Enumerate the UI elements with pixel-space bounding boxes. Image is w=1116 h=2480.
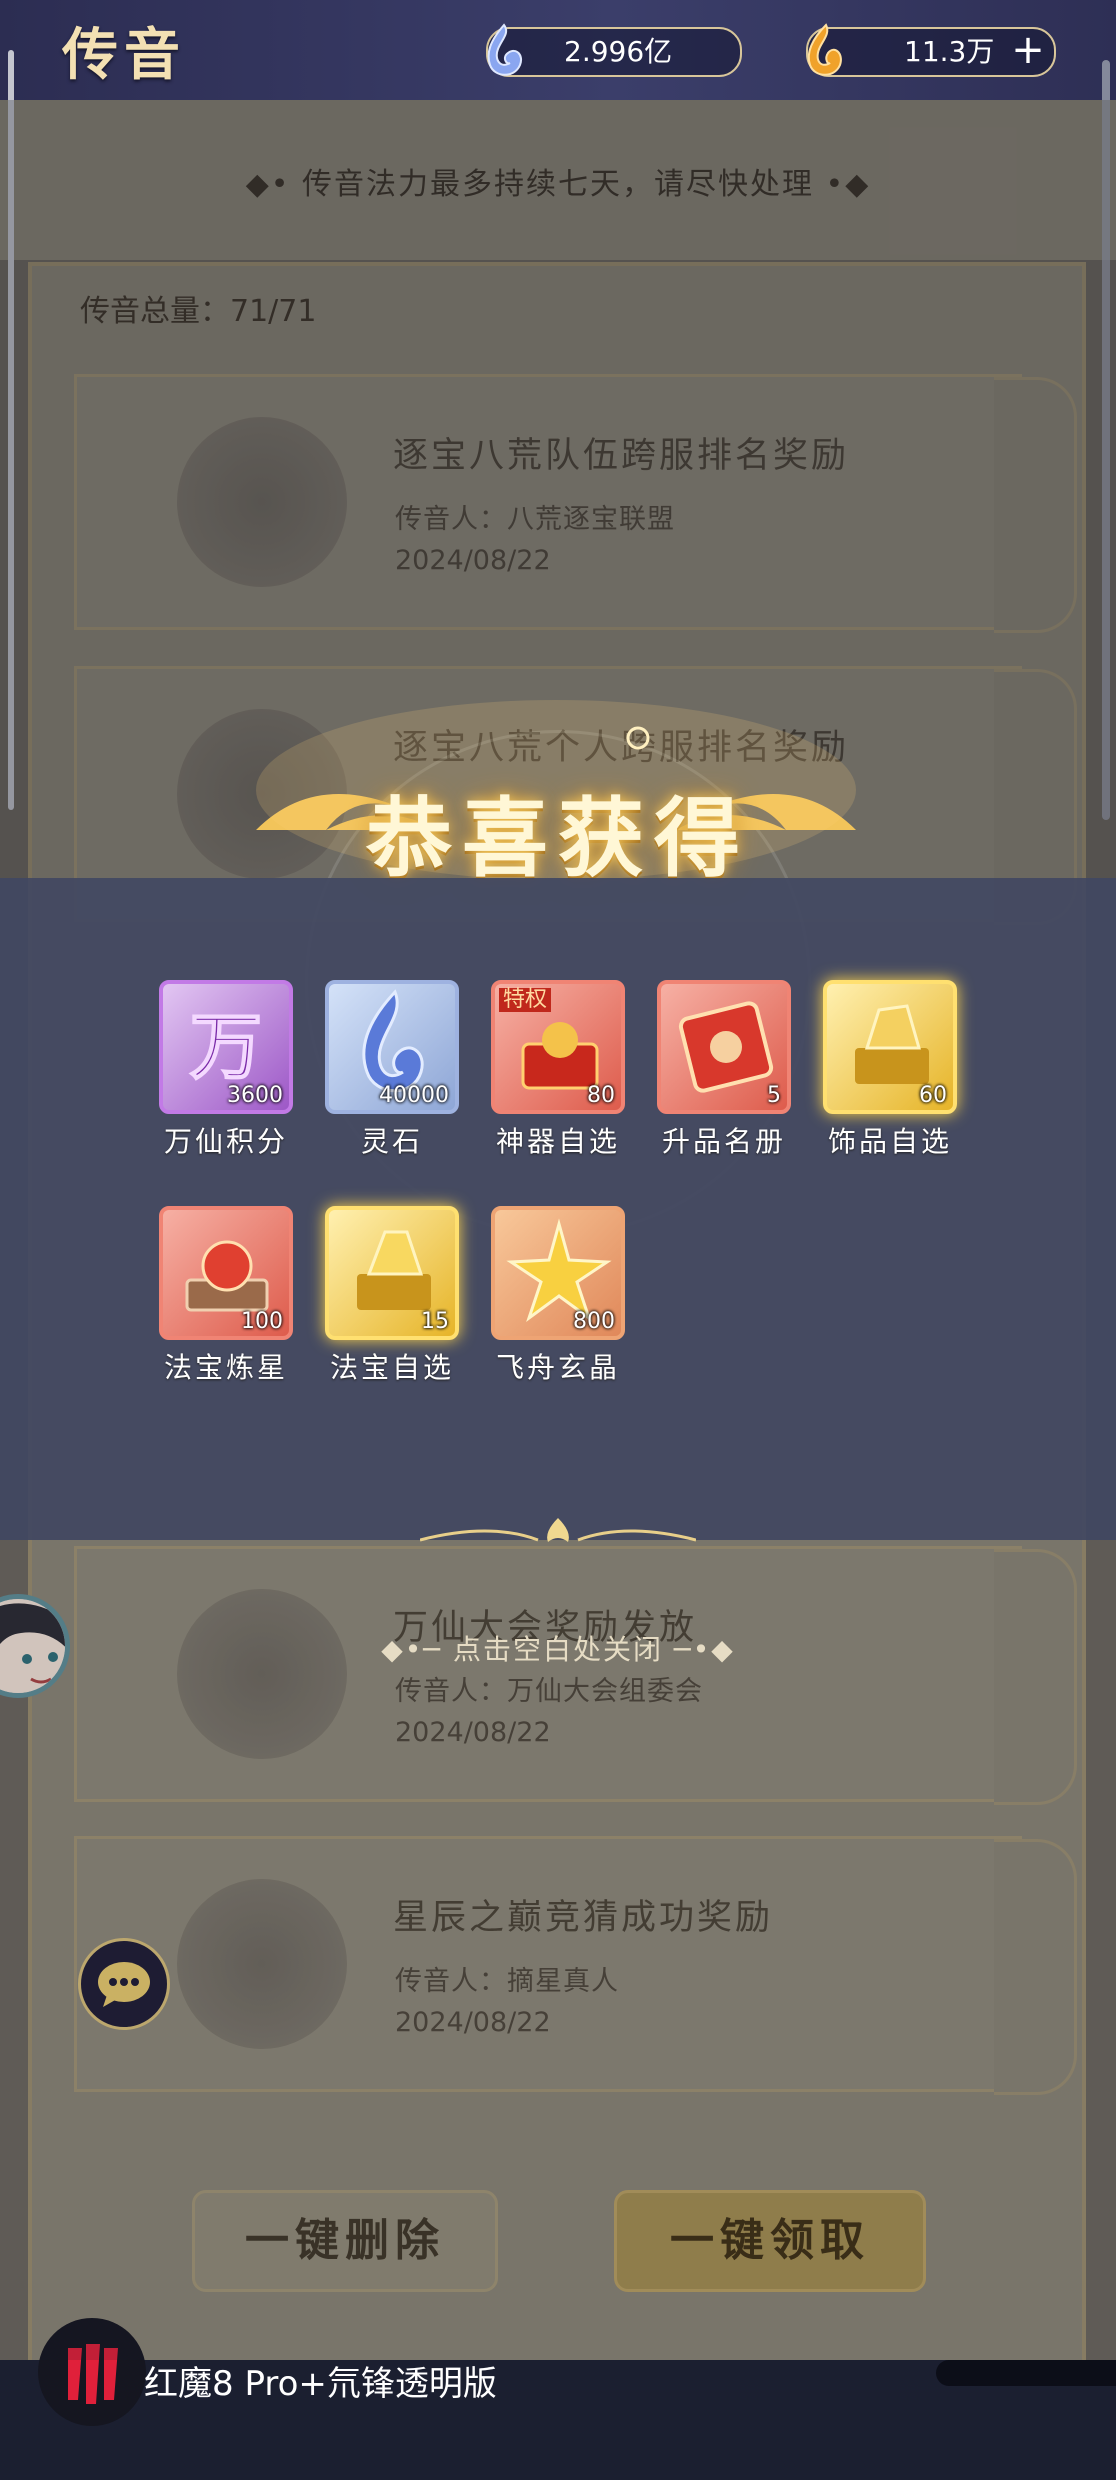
gold-flame-icon [807,23,842,76]
reward-name: 饰品自选 [827,1125,952,1158]
reward-frame: 5 [657,980,791,1114]
nav-handle[interactable] [936,2360,1116,2386]
add-gold-button[interactable]: + [1008,30,1048,70]
reward-count: 100 [241,1309,283,1334]
reward-frame: 万 3600 [159,980,293,1114]
lotus-divider-icon [420,1518,696,1542]
spirit-stone-counter[interactable]: 2.996亿 [486,23,742,77]
reward-count: 60 [919,1083,947,1108]
reward-count: 80 [587,1083,615,1108]
reward-name: 万仙积分 [163,1125,288,1158]
reward-item[interactable]: 特权 80 神器自选 [478,980,638,1160]
spirit-stone-value: 2.996亿 [564,35,673,68]
reward-count: 40000 [379,1083,449,1108]
reward-count: 800 [573,1309,615,1334]
top-bar: 传音 2.996亿 11.3万 + [0,0,1116,102]
congrats-title: 恭喜获得 [366,788,750,889]
reward-name: 法宝自选 [329,1351,454,1384]
reward-item[interactable]: 60 饰品自选 [810,980,970,1160]
reward-item[interactable]: 40000 灵石 [312,980,472,1160]
reward-item[interactable]: 800 飞舟玄晶 [478,1206,638,1386]
reward-frame: 100 [159,1206,293,1340]
close-hint: ◆•─ 点击空白处关闭 ─•◆ [381,1633,735,1666]
reward-frame: 800 [491,1206,625,1340]
reward-frame: 60 [823,980,957,1114]
gold-counter[interactable]: 11.3万 + [806,23,1056,77]
reward-count: 3600 [227,1083,283,1108]
reward-frame: 特权 80 [491,980,625,1114]
reward-frame: 15 [325,1206,459,1340]
privilege-badge: 特权 [499,988,551,1012]
reward-name: 灵石 [360,1125,423,1158]
device-watermark: 红魔8 Pro+氘锋透明版 [144,2364,497,2404]
reward-name: 法宝炼星 [163,1351,288,1384]
reward-count: 15 [421,1309,449,1334]
spirit-stone-icon [487,23,522,76]
reward-item[interactable]: 万 3600 万仙积分 [146,980,306,1160]
page-title: 传音 [62,22,186,88]
reward-item[interactable]: 15 法宝自选 [312,1206,472,1386]
reward-name: 神器自选 [495,1125,620,1158]
reward-frame: 40000 [325,980,459,1114]
reward-count: 5 [767,1083,781,1108]
reward-item[interactable]: 100 法宝炼星 [146,1206,306,1386]
svg-text:万: 万 [190,1004,262,1089]
reward-item[interactable]: 5 升品名册 [644,980,804,1160]
reward-name: 飞舟玄晶 [495,1351,620,1384]
gold-value: 11.3万 [904,35,995,68]
reward-name: 升品名册 [661,1125,786,1158]
